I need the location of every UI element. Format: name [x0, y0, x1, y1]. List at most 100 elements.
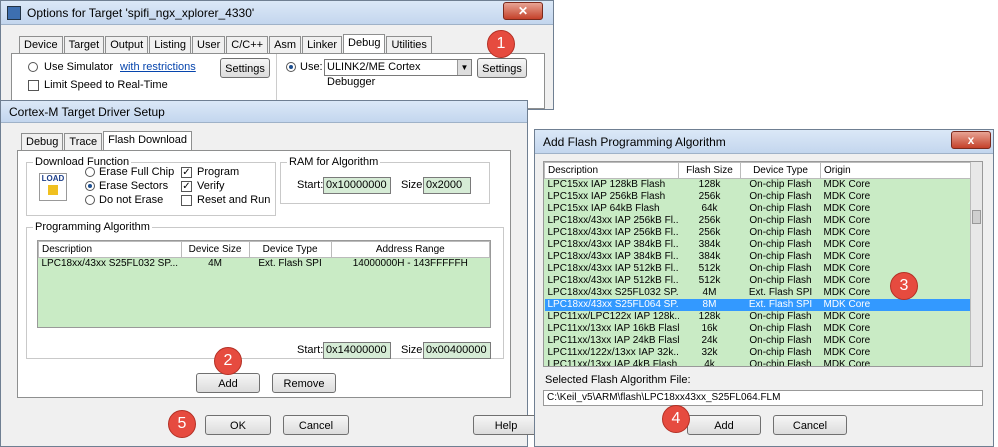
- row-size: 4M: [181, 257, 250, 270]
- erase-sectors-radio[interactable]: [85, 181, 95, 191]
- add-algo-titlebar: Add Flash Programming Algorithm x: [535, 130, 993, 154]
- item-origin: MDK Core: [820, 238, 972, 251]
- item-flash-size: 4M: [678, 286, 741, 299]
- cancel-button[interactable]: Cancel: [283, 415, 349, 435]
- close-icon[interactable]: x: [951, 131, 991, 149]
- item-origin: MDK Core: [820, 178, 972, 191]
- ram-size-field[interactable]: 0x2000: [423, 177, 471, 194]
- algo-list: Description Flash Size Device Type Origi…: [543, 161, 983, 367]
- limit-speed-checkbox[interactable]: [28, 80, 39, 91]
- item-device-type: On-chip Flash: [740, 322, 821, 335]
- list-item[interactable]: LPC18xx/43xx IAP 256kB Fl... 256k On-chip …: [544, 226, 972, 239]
- driver-tabs: Debug Trace Flash Download: [21, 131, 193, 150]
- item-description: LPC11xx/LPC122x IAP 128k...: [544, 310, 679, 323]
- options-tabs: Device Target Output Listing User C/C++ …: [19, 34, 433, 53]
- list-item[interactable]: LPC11xx/122x/13xx IAP 32k... 32k On-chip F…: [544, 346, 972, 359]
- scrollbar[interactable]: [970, 162, 982, 366]
- col-flash-size[interactable]: Flash Size: [678, 162, 741, 179]
- table-row[interactable]: LPC18xx/43xx S25FL032 SP... 4M Ext. Flas…: [38, 257, 490, 270]
- reset-and-run-checkbox[interactable]: [181, 195, 192, 206]
- do-not-erase-radio[interactable]: [85, 195, 95, 205]
- row-range: 14000000H - 143FFFFFH: [331, 257, 490, 270]
- col-device-type[interactable]: Device Type: [740, 162, 821, 179]
- debugger-settings-button[interactable]: Settings: [477, 58, 527, 78]
- tab-target[interactable]: Target: [63, 36, 105, 53]
- tab-cc[interactable]: C/C++: [226, 36, 269, 53]
- item-flash-size: 8M: [678, 298, 741, 311]
- add-algo-cancel-button[interactable]: Cancel: [773, 415, 847, 435]
- item-origin: MDK Core: [820, 262, 972, 275]
- list-item[interactable]: LPC11xx/LPC122x IAP 128k... 128k On-chip F…: [544, 310, 972, 323]
- ok-button[interactable]: OK: [205, 415, 271, 435]
- remove-button[interactable]: Remove: [272, 373, 336, 393]
- tab-user[interactable]: User: [192, 36, 226, 53]
- col-description[interactable]: Description: [38, 241, 182, 258]
- use-simulator-label: Use Simulator: [44, 61, 114, 73]
- list-item[interactable]: LPC18xx/43xx IAP 384kB Fl... 384k On-chip …: [544, 250, 972, 263]
- algo-start-field[interactable]: 0x14000000: [323, 342, 391, 359]
- col-address-range[interactable]: Address Range: [330, 241, 490, 258]
- tab-debug[interactable]: Debug: [343, 34, 386, 53]
- item-flash-size: 128k: [678, 310, 741, 323]
- item-origin: MDK Core: [820, 202, 972, 215]
- tab-trace[interactable]: Trace: [64, 133, 103, 150]
- use-simulator-radio[interactable]: [28, 62, 38, 72]
- item-device-type: On-chip Flash: [740, 334, 821, 347]
- list-item[interactable]: LPC11xx/13xx IAP 4kB Flash 4k On-chip Flas…: [544, 358, 972, 366]
- erase-full-chip-radio[interactable]: [85, 167, 95, 177]
- scrollbar-thumb[interactable]: [972, 210, 981, 224]
- verify-checkbox[interactable]: ✓: [181, 181, 192, 192]
- tab-flash-download[interactable]: Flash Download: [103, 131, 193, 150]
- col-origin[interactable]: Origin: [820, 162, 972, 179]
- item-description: LPC18xx/43xx IAP 512kB Fl...: [544, 262, 679, 275]
- use-label: Use:: [300, 61, 323, 73]
- item-description: LPC18xx/43xx IAP 256kB Fl...: [544, 226, 679, 239]
- item-flash-size: 4k: [678, 358, 741, 366]
- algo-size-label: Size:: [401, 344, 426, 356]
- list-item[interactable]: LPC15xx IAP 64kB Flash 64k On-chip Flash MD…: [544, 202, 972, 215]
- download-function-group: Download Function LOAD Erase Full Chip E…: [26, 156, 276, 216]
- ram-start-field[interactable]: 0x10000000: [323, 177, 391, 194]
- item-device-type: On-chip Flash: [740, 310, 821, 323]
- debugger-select[interactable]: ULINK2/ME Cortex Debugger ▼: [324, 59, 472, 88]
- list-item[interactable]: LPC18xx/43xx IAP 256kB Fl... 256k On-chip …: [544, 214, 972, 227]
- list-item[interactable]: LPC18xx/43xx IAP 384kB Fl... 384k On-chip …: [544, 238, 972, 251]
- tab-listing[interactable]: Listing: [149, 36, 192, 53]
- col-description[interactable]: Description: [544, 162, 679, 179]
- item-device-type: On-chip Flash: [740, 262, 821, 275]
- tab-driver-debug[interactable]: Debug: [21, 133, 64, 150]
- tab-device[interactable]: Device: [19, 36, 63, 53]
- list-item[interactable]: LPC18xx/43xx S25FL064 SP... 8M Ext. Flash …: [544, 298, 972, 311]
- help-button[interactable]: Help: [473, 415, 539, 435]
- prog-algo-label: Programming Algorithm: [33, 221, 152, 233]
- ram-size-label: Size:: [401, 179, 426, 191]
- col-device-type[interactable]: Device Type: [248, 241, 332, 258]
- step-marker-4: 4: [662, 405, 690, 433]
- program-checkbox[interactable]: ✓: [181, 167, 192, 178]
- reset-and-run-label: Reset and Run: [197, 194, 271, 206]
- item-flash-size: 384k: [678, 250, 741, 263]
- item-device-type: On-chip Flash: [740, 190, 821, 203]
- list-item[interactable]: LPC11xx/13xx IAP 24kB Flash 24k On-chip Fl…: [544, 334, 972, 347]
- algo-size-field[interactable]: 0x00400000: [423, 342, 491, 359]
- col-device-size[interactable]: Device Size: [180, 241, 250, 258]
- list-item[interactable]: LPC15xx IAP 128kB Flash 128k On-chip Flash…: [544, 178, 972, 191]
- selected-file-field[interactable]: C:\Keil_v5\ARM\flash\LPC18xx43xx_S25FL06…: [543, 390, 983, 406]
- list-item[interactable]: LPC15xx IAP 256kB Flash 256k On-chip Flash…: [544, 190, 972, 203]
- use-debugger-radio[interactable]: [286, 62, 296, 72]
- tab-linker[interactable]: Linker: [302, 36, 343, 53]
- row-description: LPC18xx/43xx S25FL032 SP...: [38, 257, 182, 270]
- simulator-settings-button[interactable]: Settings: [220, 58, 270, 78]
- item-description: LPC18xx/43xx S25FL064 SP...: [544, 298, 679, 311]
- list-item[interactable]: LPC11xx/13xx IAP 16kB Flash 16k On-chip Fl…: [544, 322, 972, 335]
- add-button[interactable]: Add: [196, 373, 260, 393]
- tab-utilities[interactable]: Utilities: [386, 36, 432, 53]
- item-description: LPC11xx/13xx IAP 4kB Flash: [544, 358, 679, 366]
- tab-asm[interactable]: Asm: [269, 36, 302, 53]
- item-flash-size: 128k: [678, 178, 741, 191]
- close-icon[interactable]: ✕: [503, 2, 543, 20]
- with-restrictions-link[interactable]: with restrictions: [120, 61, 196, 73]
- item-device-type: On-chip Flash: [740, 250, 821, 263]
- tab-output[interactable]: Output: [105, 36, 149, 53]
- add-algo-ok-button[interactable]: Add: [687, 415, 761, 435]
